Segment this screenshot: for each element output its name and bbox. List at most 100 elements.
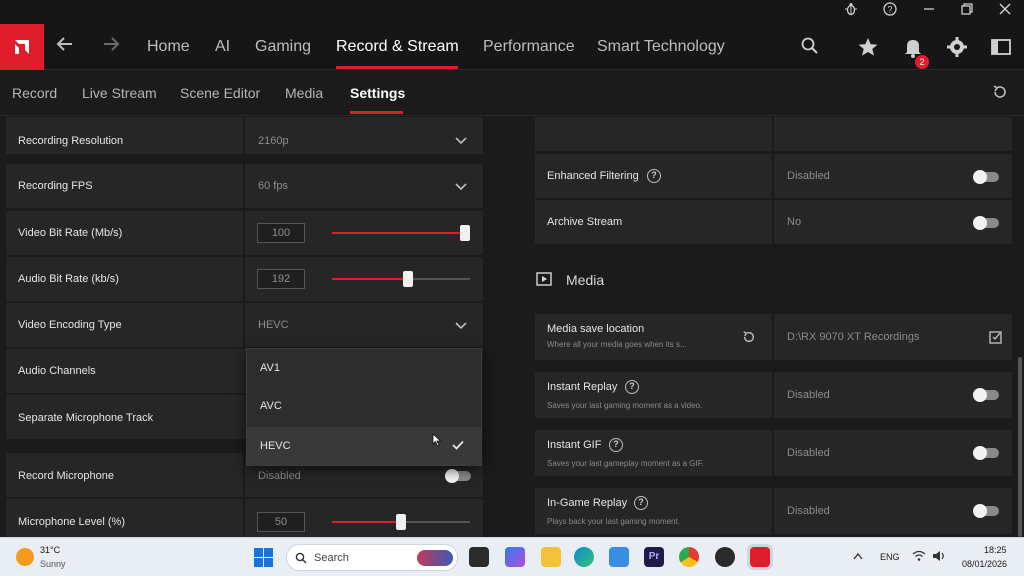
help-icon[interactable]: ?	[609, 438, 623, 452]
row-separator	[243, 117, 245, 154]
enhanced-filtering-row[interactable]: Enhanced Filtering ? Disabled	[535, 154, 1012, 198]
clock-date[interactable]: 08/01/2026	[962, 559, 1007, 569]
video-bit-rate-input[interactable]: 100	[257, 223, 305, 243]
nav-item-record-stream[interactable]: Record & Stream	[336, 38, 459, 56]
help-icon[interactable]: ?	[625, 380, 639, 394]
favorites-star-icon[interactable]	[857, 36, 879, 58]
instant-replay-toggle[interactable]	[973, 388, 999, 402]
instant-gif-toggle[interactable]	[973, 446, 999, 460]
scrollbar[interactable]	[1018, 357, 1022, 537]
record-microphone-label: Record Microphone	[18, 470, 114, 482]
microphone-level-slider[interactable]	[332, 514, 470, 530]
clock-time[interactable]: 18:25	[984, 545, 1007, 555]
dropdown-option-hevc[interactable]: HEVC	[247, 427, 481, 465]
file-explorer-icon[interactable]	[541, 547, 561, 567]
nav-item-gaming[interactable]: Gaming	[255, 38, 311, 56]
chevron-up-icon[interactable]	[853, 552, 863, 560]
chevron-up-icon[interactable]	[455, 322, 467, 330]
reset-icon[interactable]	[992, 84, 1010, 102]
record-microphone-value: Disabled	[258, 470, 301, 482]
settings-gear-icon[interactable]	[946, 36, 968, 58]
tab-record[interactable]: Record	[12, 85, 57, 101]
dropdown-option-hevc-label: HEVC	[260, 440, 291, 452]
forward-arrow-icon[interactable]	[102, 35, 120, 59]
record-microphone-toggle[interactable]	[445, 469, 471, 483]
bug-icon[interactable]	[840, 2, 862, 22]
dropdown-option-avc[interactable]: AVC	[247, 387, 481, 425]
help-icon[interactable]: ?	[634, 496, 648, 510]
media-section-title: Media	[566, 272, 605, 288]
tab-media[interactable]: Media	[285, 85, 323, 101]
chevron-down-icon[interactable]	[455, 183, 467, 191]
instant-gif-label: Instant GIF	[547, 439, 602, 451]
instant-gif-row[interactable]: Instant GIF ? Saves your last gameplay m…	[535, 430, 1012, 476]
chevron-down-icon[interactable]	[455, 137, 467, 145]
instant-replay-desc: Saves your last gaming moment as a video…	[547, 401, 703, 410]
in-game-replay-row[interactable]: In-Game Replay ? Plays back your last ga…	[535, 488, 1012, 534]
tab-scene-editor[interactable]: Scene Editor	[180, 85, 260, 101]
right-top-row	[535, 117, 1012, 151]
separate-microphone-track-label: Separate Microphone Track	[18, 412, 154, 424]
slider-thumb[interactable]	[460, 225, 470, 241]
video-bit-rate-slider[interactable]	[332, 225, 470, 241]
tab-settings[interactable]: Settings	[350, 85, 405, 101]
wifi-icon[interactable]	[912, 550, 926, 562]
amd-logo-icon[interactable]	[0, 24, 44, 70]
minimize-icon[interactable]	[918, 2, 940, 22]
microsoft-store-icon[interactable]	[609, 547, 629, 567]
archive-stream-row[interactable]: Archive Stream No	[535, 200, 1012, 244]
archive-stream-toggle[interactable]	[973, 216, 999, 230]
weather-sun-icon[interactable]	[16, 548, 34, 566]
search-highlight-image	[417, 550, 453, 566]
audio-bit-rate-slider[interactable]	[332, 271, 470, 287]
slider-thumb[interactable]	[396, 514, 406, 530]
recording-resolution-row[interactable]: Recording Resolution 2160p	[6, 117, 483, 154]
copilot-icon[interactable]	[505, 547, 525, 567]
top-navigation: Home AI Gaming Record & Stream Performan…	[0, 24, 1024, 70]
row-separator	[772, 372, 774, 418]
restore-icon[interactable]	[956, 2, 978, 22]
tab-live-stream[interactable]: Live Stream	[82, 85, 157, 101]
nav-item-home[interactable]: Home	[147, 38, 190, 56]
back-arrow-icon[interactable]	[56, 35, 74, 59]
sidebar-panel-icon[interactable]	[990, 36, 1012, 58]
nav-item-ai[interactable]: AI	[215, 38, 230, 56]
audio-bit-rate-input[interactable]: 192	[257, 269, 305, 289]
premiere-pro-icon[interactable]: Pr	[644, 547, 664, 567]
recording-resolution-label: Recording Resolution	[18, 135, 124, 147]
windows-start-icon[interactable]	[254, 548, 273, 567]
row-separator	[772, 154, 774, 198]
nav-active-indicator	[336, 66, 458, 69]
language-indicator[interactable]: ENG	[880, 552, 900, 562]
close-icon[interactable]	[994, 2, 1016, 22]
slider-thumb[interactable]	[402, 271, 413, 287]
help-icon[interactable]: ?	[647, 169, 661, 183]
media-save-location-row[interactable]: Media save location Where all your media…	[535, 314, 1012, 360]
task-view-icon[interactable]	[469, 547, 489, 567]
taskbar-search-box[interactable]: Search	[286, 544, 458, 571]
microphone-level-input[interactable]: 50	[257, 512, 305, 532]
edge-icon[interactable]	[574, 547, 594, 567]
reset-icon[interactable]	[742, 330, 756, 344]
video-bit-rate-row: Video Bit Rate (Mb/s) 100	[6, 211, 483, 255]
video-encoding-type-value: HEVC	[258, 319, 289, 331]
nav-item-smart-technology[interactable]: Smart Technology	[597, 38, 725, 56]
weather-temp[interactable]: 31°C	[40, 545, 60, 555]
enhanced-filtering-toggle[interactable]	[973, 170, 999, 184]
help-icon[interactable]: ?	[879, 2, 901, 22]
davinci-resolve-icon[interactable]	[715, 547, 735, 567]
volume-icon[interactable]	[932, 550, 946, 562]
chrome-icon[interactable]	[679, 547, 699, 567]
instant-replay-row[interactable]: Instant Replay ? Saves your last gaming …	[535, 372, 1012, 418]
in-game-replay-toggle[interactable]	[973, 504, 999, 518]
amd-software-taskbar-icon[interactable]	[750, 547, 770, 567]
nav-item-performance[interactable]: Performance	[483, 38, 575, 56]
recording-fps-row[interactable]: Recording FPS 60 fps	[6, 164, 483, 208]
recording-fps-value: 60 fps	[258, 180, 288, 192]
audio-bit-rate-label: Audio Bit Rate (kb/s)	[18, 273, 119, 285]
search-icon[interactable]	[800, 36, 822, 58]
slider-fill	[332, 521, 401, 523]
dropdown-option-av1[interactable]: AV1	[247, 349, 481, 387]
video-encoding-type-row[interactable]: Video Encoding Type HEVC	[6, 303, 483, 347]
edit-folder-icon[interactable]	[989, 330, 1003, 344]
